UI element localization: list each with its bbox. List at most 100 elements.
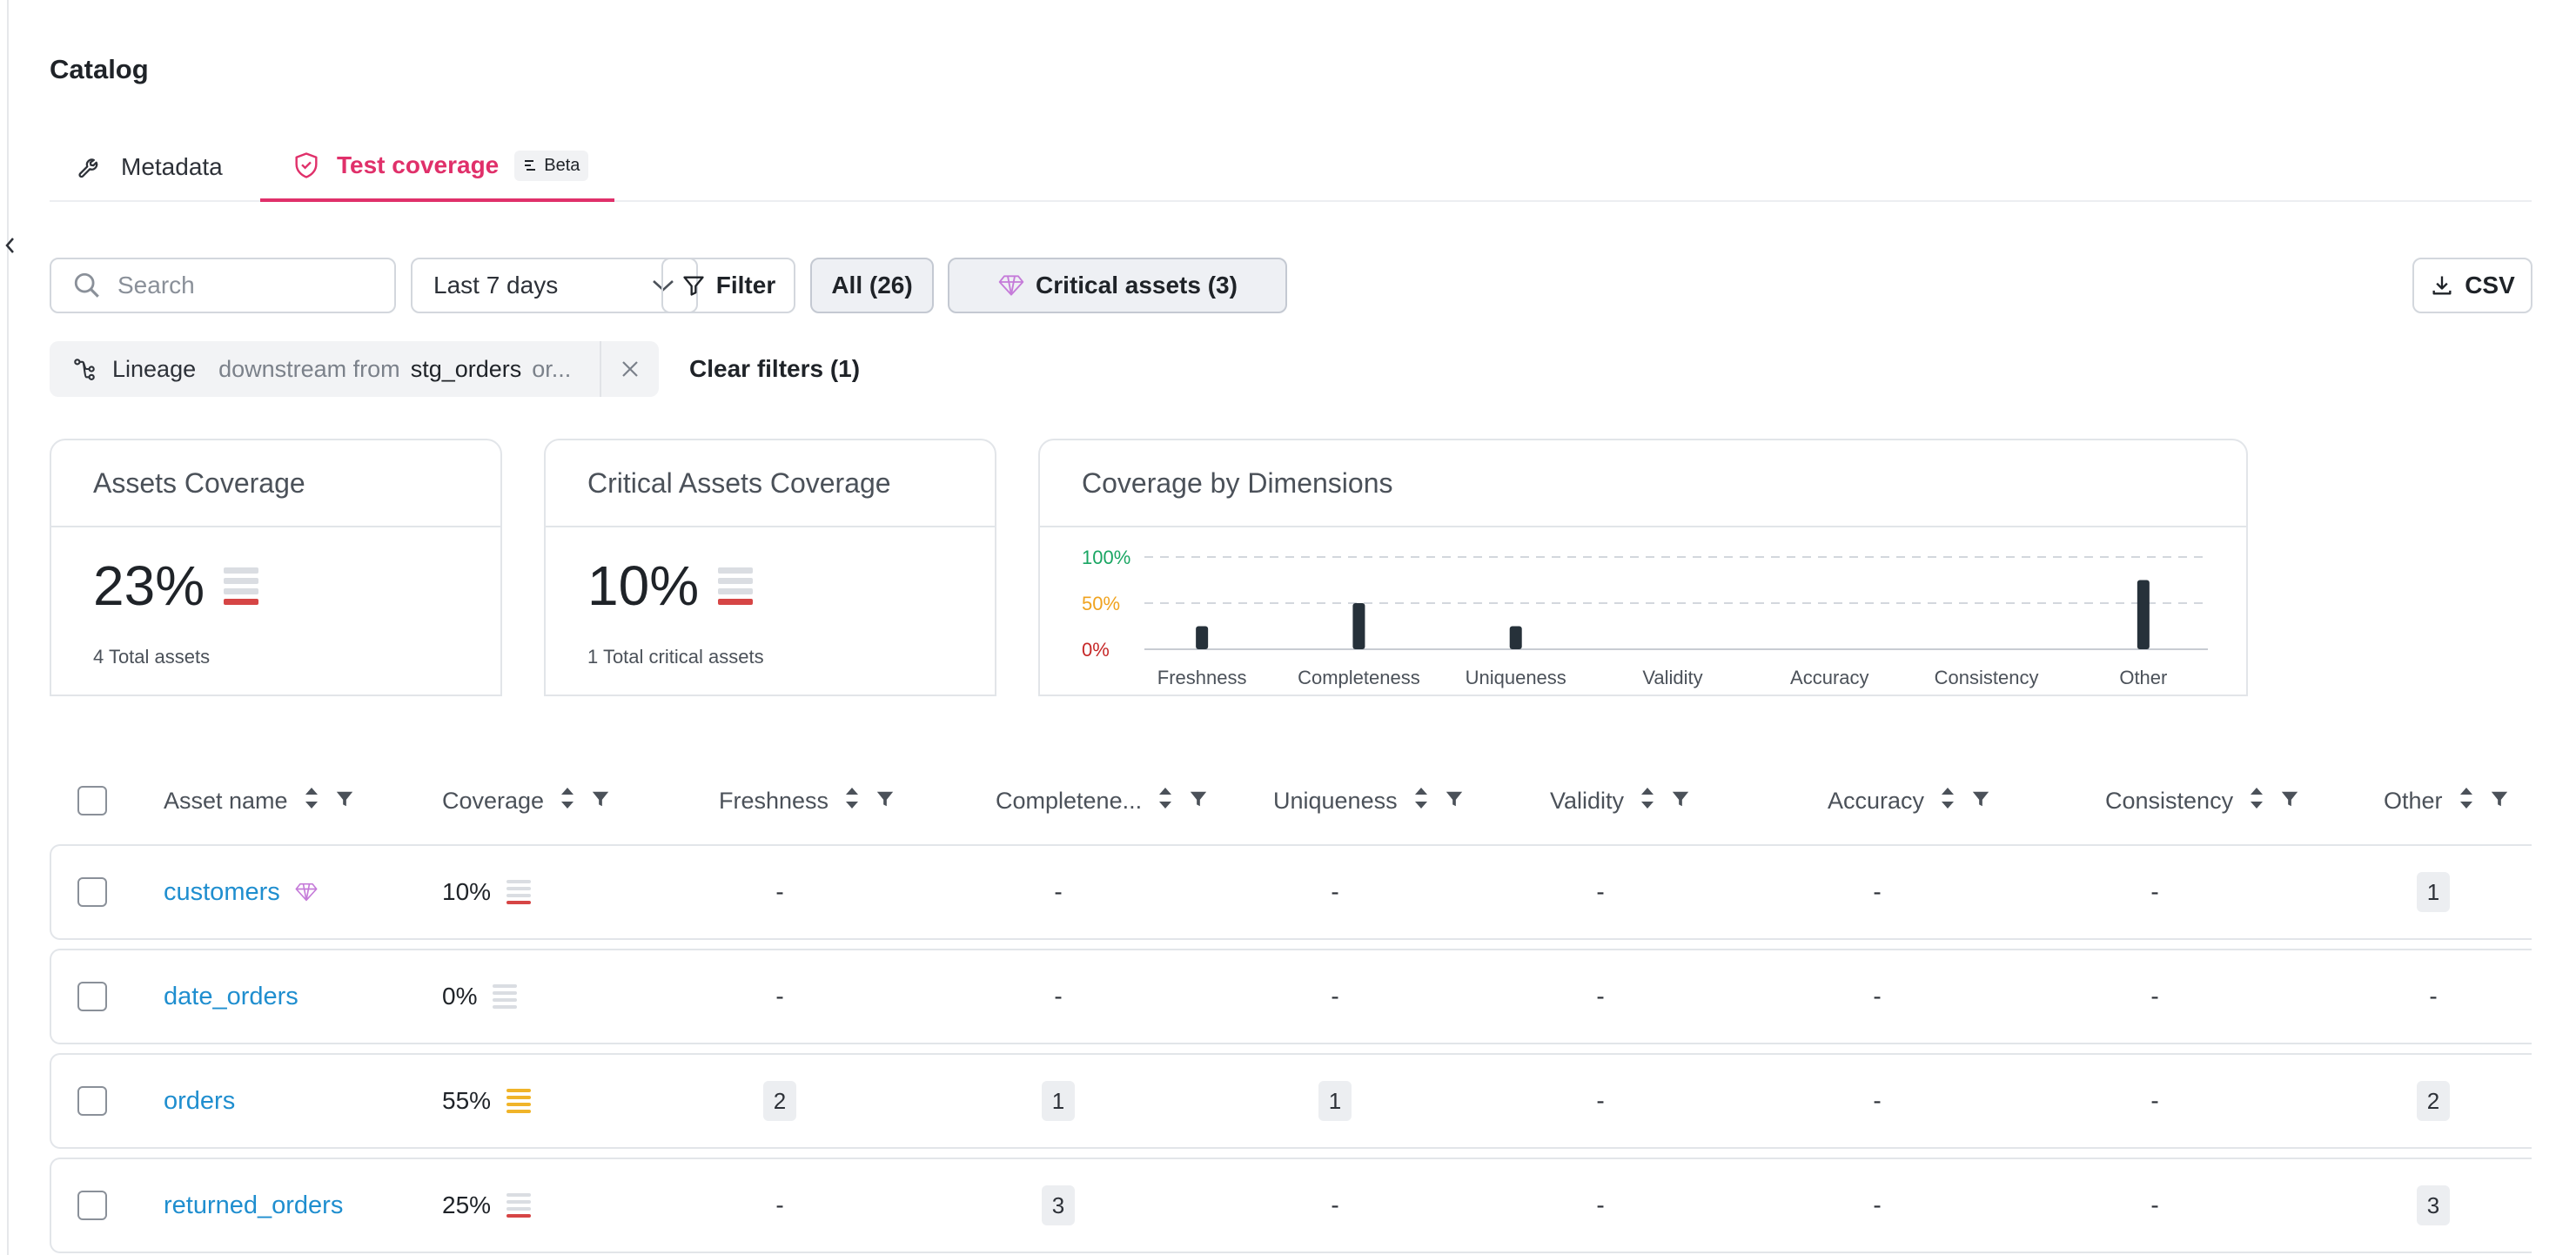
test-count-badge[interactable]: 2: [763, 1081, 796, 1121]
clear-filters-button[interactable]: Clear filters (1): [689, 341, 860, 397]
dimension-cell: 1: [1032, 1055, 1084, 1147]
column-header[interactable]: Freshness: [719, 757, 895, 844]
funnel-icon[interactable]: [1671, 788, 1690, 815]
sort-icon[interactable]: [844, 783, 860, 819]
funnel-icon[interactable]: [335, 788, 354, 815]
column-header[interactable]: Coverage: [442, 757, 610, 844]
dimension-cell: -: [754, 1159, 806, 1252]
funnel-icon[interactable]: [1445, 788, 1464, 815]
filter-button[interactable]: Filter: [661, 258, 795, 313]
empty-value: -: [1331, 983, 1339, 1010]
tab-bar: Metadata Test coverage Beta: [50, 132, 2532, 202]
funnel-icon: [683, 276, 704, 296]
dimension-cell: -: [1309, 846, 1361, 938]
filter-key: Lineage: [112, 355, 197, 382]
remove-filter-button[interactable]: [600, 341, 659, 397]
y-tick-label: 0%: [1082, 639, 1110, 661]
x-tick-label: Validity: [1642, 667, 1702, 688]
row-select-cell: [77, 846, 107, 938]
empty-value: -: [1873, 878, 1882, 905]
download-icon: [2432, 276, 2452, 295]
funnel-icon[interactable]: [591, 788, 610, 815]
search-input[interactable]: [117, 272, 379, 299]
row-select-cell: [77, 1159, 107, 1252]
sort-icon[interactable]: [1157, 783, 1173, 819]
chart-bar: [1509, 626, 1522, 649]
sort-icon[interactable]: [2249, 783, 2264, 819]
asset-link[interactable]: date_orders: [164, 983, 299, 1011]
card-title: Critical Assets Coverage: [546, 440, 995, 527]
asset-link[interactable]: returned_orders: [164, 1191, 343, 1220]
sort-icon[interactable]: [560, 783, 575, 819]
beta-badge: Beta: [514, 150, 589, 181]
wrench-icon: [78, 158, 98, 178]
sort-icon[interactable]: [1413, 783, 1429, 819]
funnel-icon[interactable]: [1189, 788, 1208, 815]
test-count-badge[interactable]: 1: [2417, 872, 2450, 912]
lineage-filter-chip[interactable]: Lineage downstream from stg_orders or...: [50, 341, 659, 397]
empty-value: -: [2150, 983, 2159, 1010]
column-header[interactable]: Consistency: [2105, 757, 2299, 844]
x-tick-label: Uniqueness: [1466, 667, 1566, 688]
critical-assets-button[interactable]: Critical assets (3): [948, 258, 1287, 313]
row-checkbox[interactable]: [77, 877, 107, 907]
collapse-sidebar-button[interactable]: [0, 228, 19, 263]
sort-icon[interactable]: [2459, 783, 2474, 819]
sort-icon[interactable]: [304, 783, 319, 819]
row-checkbox[interactable]: [77, 1086, 107, 1116]
tab-label: Metadata: [121, 153, 223, 180]
row-checkbox[interactable]: [77, 1191, 107, 1220]
column-header[interactable]: Asset name: [164, 757, 354, 844]
diamond-icon: [998, 275, 1024, 296]
test-count-badge[interactable]: 3: [1042, 1185, 1075, 1225]
funnel-icon[interactable]: [2280, 788, 2299, 815]
x-tick-label: Completeness: [1298, 667, 1420, 688]
test-count-badge[interactable]: 1: [1318, 1081, 1352, 1121]
csv-label: CSV: [2465, 272, 2515, 299]
column-header[interactable]: Accuracy: [1828, 757, 1990, 844]
sort-icon[interactable]: [1940, 783, 1955, 819]
column-header[interactable]: Completene...: [996, 757, 1208, 844]
dimension-cell: -: [1574, 950, 1627, 1043]
search-box[interactable]: [50, 258, 396, 313]
date-range-select[interactable]: Last 7 days: [411, 258, 698, 313]
funnel-icon[interactable]: [875, 788, 895, 815]
column-header[interactable]: Other: [2384, 757, 2509, 844]
funnel-icon[interactable]: [2490, 788, 2509, 815]
all-assets-button[interactable]: All (26): [810, 258, 934, 313]
funnel-icon[interactable]: [1971, 788, 1990, 815]
dimension-cell: -: [1032, 950, 1084, 1043]
coverage-cell: 25%: [442, 1159, 532, 1252]
asset-name-cell: returned_orders: [164, 1159, 343, 1252]
coverage-value: 55%: [442, 1087, 492, 1114]
column-header[interactable]: Validity: [1550, 757, 1690, 844]
coverage-meter: [506, 1089, 532, 1113]
coverage-cell: 0%: [442, 950, 518, 1043]
tab-label: Test coverage: [337, 151, 500, 178]
column-header[interactable]: Uniqueness: [1273, 757, 1464, 844]
sort-icon[interactable]: [1640, 783, 1655, 819]
empty-value: -: [1596, 878, 1605, 905]
chevron-left-icon: [5, 238, 14, 253]
tab-test-coverage[interactable]: Test coverage Beta: [260, 132, 615, 202]
chart-bar: [1352, 603, 1365, 649]
coverage-value: 25%: [442, 1191, 492, 1218]
coverage-by-dimensions-card: Coverage by Dimensions 0% 50% 100% Freshnes…: [1038, 439, 2248, 696]
all-label: All (26): [831, 272, 913, 299]
empty-value: -: [1331, 1191, 1339, 1218]
select-all-checkbox[interactable]: [77, 786, 107, 815]
empty-value: -: [775, 983, 784, 1010]
csv-export-button[interactable]: CSV: [2412, 258, 2532, 313]
test-count-badge[interactable]: 2: [2417, 1081, 2450, 1121]
test-count-badge[interactable]: 3: [2417, 1185, 2450, 1225]
filter-more: or...: [532, 355, 572, 382]
asset-link[interactable]: orders: [164, 1087, 235, 1116]
column-label: Completene...: [996, 787, 1143, 814]
empty-value: -: [1054, 983, 1063, 1010]
test-count-badge[interactable]: 1: [1042, 1081, 1075, 1121]
tab-metadata[interactable]: Metadata: [76, 132, 223, 202]
asset-link[interactable]: customers: [164, 878, 280, 907]
critical-coverage-value-group: 10%: [587, 554, 754, 618]
empty-value: -: [1331, 878, 1339, 905]
row-checkbox[interactable]: [77, 982, 107, 1011]
